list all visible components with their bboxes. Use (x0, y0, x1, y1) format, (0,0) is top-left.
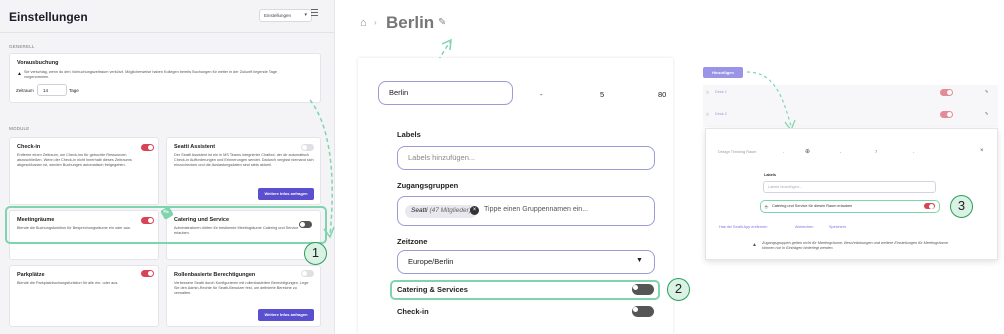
room-row-1-toggle[interactable] (940, 89, 953, 96)
section-module-label: MODULE (9, 126, 30, 131)
location-name-input[interactable]: Berlin (378, 81, 513, 105)
catering-icon: ☕ (764, 205, 769, 209)
labels-title: Labels (397, 130, 421, 139)
close-icon[interactable]: × (980, 148, 984, 154)
chevron-down-icon: ▼ (636, 257, 643, 264)
group-chip-name: Seatti (411, 207, 428, 214)
room-row-2-edit-icon[interactable]: ✎ (985, 111, 988, 116)
dialog-labels-title: Labels (764, 173, 777, 177)
checkin-toggle[interactable] (141, 144, 154, 151)
dialog-room-name[interactable]: Design Thinking Raum (718, 150, 756, 154)
row-handle-icon: ⠿ (706, 113, 709, 117)
dashed-arrow-3 (746, 71, 796, 132)
rollen-toggle[interactable] (301, 270, 314, 277)
target-icon: ⊕ (805, 149, 811, 155)
groups-placeholder: Tippe einen Gruppennamen ein... (484, 206, 589, 213)
column-five: 5 (600, 90, 605, 99)
row-handle-icon: ⠿ (706, 91, 709, 95)
settings-panel: Einstellungen Einstellungen ▾ GENERELL V… (0, 0, 335, 334)
group-chip: Seatti (47 Mitglieder) (405, 205, 477, 218)
rollen-title: Rollenbasierte Berechtigungen (174, 272, 256, 278)
remove-link[interactable]: Has del Seatti App entfernen (719, 225, 767, 229)
dialog-seven: 7 (875, 150, 878, 154)
parkplaetze-title: Parkplätze (17, 272, 45, 278)
tage-label: Tage (69, 88, 79, 93)
divider (0, 32, 335, 33)
section-general-label: GENERELL (9, 44, 35, 49)
breadcrumb-separator: › (374, 18, 377, 27)
seatti-assistent-title: Seatti Assistent (174, 144, 216, 150)
parkplaetze-desc: Blende die Parkplatzbuchungsfunktion für… (17, 281, 119, 285)
cancel-button[interactable]: Abbrechen (795, 225, 813, 229)
timezone-title: Zeitzone (397, 237, 428, 246)
vorausbuchung-desc: Sie verschlag, wenn du den Vorbuchungsze… (24, 70, 277, 79)
rollen-desc: Verbessere Seatti durch Konfigurieren mi… (174, 281, 309, 295)
step-badge-3: 3 (950, 195, 973, 218)
rollen-card: Rollenbasierte Berechtigungen Verbessere… (166, 265, 321, 327)
warning-icon: ▲ (17, 71, 22, 77)
seatti-assistent-desc: Der Seatti Assistent ist ein in MS Teams… (174, 153, 314, 167)
dialog-labels-placeholder: Labels hinzufügen... (768, 185, 802, 189)
dialog-dash-3: - (913, 150, 915, 154)
checkin-toggle-2[interactable] (632, 306, 654, 317)
chevron-down-icon: ▾ (304, 12, 307, 18)
room-row-2-toggle[interactable] (940, 111, 953, 118)
add-button[interactable]: Hinzufügen (703, 67, 743, 78)
settings-dropdown[interactable]: Einstellungen ▾ (259, 9, 312, 22)
catering-services-toggle[interactable] (632, 284, 654, 295)
save-button[interactable]: Speichern (829, 225, 846, 229)
catering-label: Catering & Services (397, 285, 468, 294)
edit-pencil-icon[interactable]: ✎ (438, 17, 446, 28)
remove-chip-icon[interactable]: × (470, 206, 479, 215)
labels-input[interactable]: Labels hinzufügen... (397, 146, 655, 170)
zeitraum-input[interactable]: 14 (37, 84, 67, 96)
breadcrumb-title: Berlin (386, 13, 435, 32)
dialog-dash-1: - (783, 150, 785, 154)
dialog-catering-toggle[interactable] (924, 203, 935, 209)
step-badge-2: 2 (667, 278, 690, 301)
checkin-label: Check-in (397, 307, 429, 316)
dialog-footer-note: Zugangsgruppen gelten nicht für Meetingr… (762, 241, 948, 250)
dialog-catering-text: Catering und Service für diesen Raum erl… (772, 204, 853, 208)
step-badge-1: 1 (304, 242, 327, 265)
checkin-desc: Entferne einen Zeitraum, um Check-ins fü… (17, 153, 132, 167)
seatti-assistent-card: Seatti Assistent Der Seatti Assistent is… (166, 137, 321, 205)
column-eighty: 80 (658, 90, 667, 99)
group-chip-count: (47 Mitglieder) (429, 207, 471, 214)
checkin-title: Check-in (17, 144, 41, 150)
parkplaetze-card: Parkplätze Blende die Parkplatzbuchungsf… (9, 265, 159, 327)
column-dash: - (540, 90, 543, 99)
zeitraum-label: Zeitraum (16, 88, 34, 93)
info-icon: ▲ (752, 242, 757, 248)
dashed-arrow-1 (309, 99, 335, 239)
dialog-dash-2: - (840, 150, 842, 154)
rollen-info-button[interactable]: Weitere Infos anfragen (258, 309, 314, 321)
settings-dropdown-label: Einstellungen (264, 13, 292, 18)
parkplaetze-toggle[interactable] (141, 270, 154, 277)
room-row-1[interactable]: Desk 1 (715, 90, 727, 94)
vorausbuchung-title: Vorausbuchung (17, 60, 59, 66)
timezone-select[interactable]: Europe/Berlin (397, 250, 655, 274)
home-icon[interactable]: ⌂ (360, 17, 367, 29)
checkin-card: Check-in Entferne einen Zeitraum, um Che… (9, 137, 159, 205)
page-title: Einstellungen (9, 10, 88, 24)
room-row-1-edit-icon[interactable]: ✎ (985, 89, 988, 94)
groups-title: Zugangsgruppen (397, 181, 459, 190)
room-row-2[interactable]: Desk 2 (715, 112, 727, 116)
menu-icon[interactable] (311, 9, 318, 17)
